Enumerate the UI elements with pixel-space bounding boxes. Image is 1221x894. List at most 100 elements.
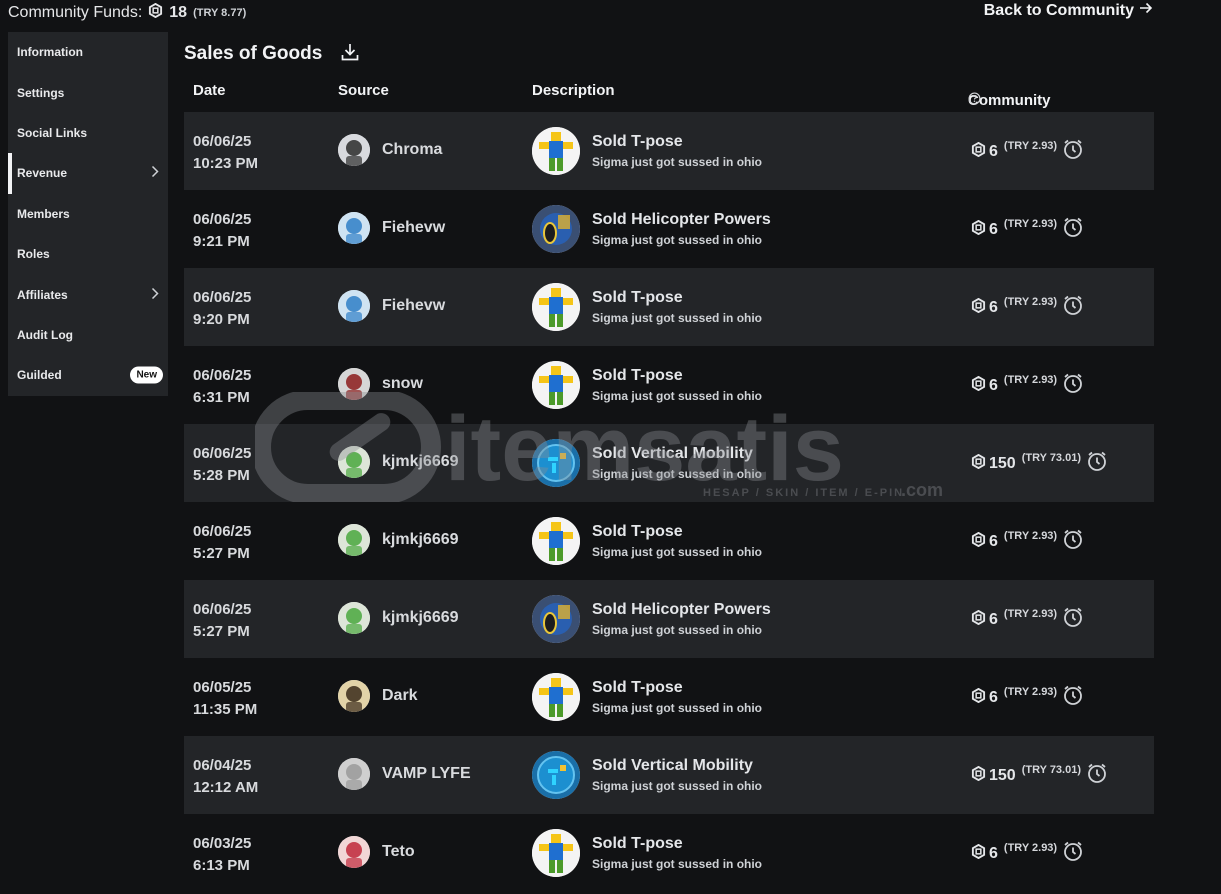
- item-subtitle: Sigma just got sussed in ohio: [592, 857, 763, 871]
- avatar[interactable]: [338, 524, 370, 556]
- item-thumbnail[interactable]: [532, 673, 580, 721]
- community-funds: Community Funds: 18 (TRY 8.77): [8, 2, 246, 23]
- page-title: Sales of Goods: [184, 43, 323, 64]
- date-text: 06/06/25: [193, 601, 252, 618]
- sidebar-item-label: Revenue: [17, 166, 68, 181]
- source-cell[interactable]: kjmkj6669: [338, 524, 459, 556]
- item-thumbnail[interactable]: [532, 361, 580, 409]
- column-header-description: Description: [532, 82, 615, 99]
- source-cell[interactable]: Chroma: [338, 134, 442, 166]
- time-text: 9:20 PM: [193, 311, 250, 328]
- avatar[interactable]: [338, 212, 370, 244]
- item-title: Sold Vertical Mobility: [592, 757, 753, 774]
- item-thumbnail[interactable]: [532, 829, 580, 877]
- robux-icon: [971, 453, 986, 474]
- source-cell[interactable]: Fiehevw: [338, 212, 445, 244]
- sidebar-item-label: Social Links: [17, 125, 88, 140]
- source-cell[interactable]: VAMP LYFE: [338, 758, 471, 790]
- source-name[interactable]: kjmkj6669: [382, 609, 459, 627]
- date-cell: 06/06/25 6:31 PM: [193, 365, 251, 409]
- source-cell[interactable]: kjmkj6669: [338, 602, 459, 634]
- description-cell: Sold Vertical Mobility Sigma just got sus…: [532, 751, 762, 799]
- item-subtitle: Sigma just got sussed in ohio: [592, 233, 763, 247]
- avatar[interactable]: [338, 602, 370, 634]
- robux-icon: [971, 843, 986, 864]
- source-cell[interactable]: Fiehevw: [338, 290, 445, 322]
- source-name[interactable]: kjmkj6669: [382, 453, 459, 471]
- item-thumbnail[interactable]: [532, 205, 580, 253]
- avatar[interactable]: [338, 368, 370, 400]
- source-name[interactable]: kjmkj6669: [382, 531, 459, 549]
- back-to-community-label: Back to Community: [983, 1, 1134, 19]
- item-thumbnail[interactable]: [532, 517, 580, 565]
- source-cell[interactable]: Dark: [338, 680, 418, 712]
- source-name[interactable]: Fiehevw: [382, 297, 445, 315]
- table-row: 06/06/25 5:27 PM kjmkj6669 Sold T-pose Sigma…: [184, 502, 1154, 580]
- time-text: 12:12 AM: [193, 779, 259, 796]
- item-title: Sold T-pose: [592, 133, 683, 150]
- pending-clock-icon: [1062, 216, 1084, 243]
- item-thumbnail[interactable]: [532, 127, 580, 175]
- amount-value: 6: [989, 220, 998, 238]
- source-cell[interactable]: snow: [338, 368, 423, 400]
- source-name[interactable]: Dark: [382, 687, 418, 705]
- sidebar-item-social-links[interactable]: Social Links: [8, 113, 168, 153]
- item-thumbnail[interactable]: [532, 751, 580, 799]
- source-name[interactable]: VAMP LYFE: [382, 765, 471, 783]
- source-name[interactable]: Teto: [382, 843, 415, 861]
- sidebar-item-members[interactable]: Members: [8, 194, 168, 234]
- arrow-right-icon: [1139, 1, 1153, 20]
- amount-cell: 150 (TRY 73.01): [971, 762, 1108, 789]
- item-title: Sold T-pose: [592, 523, 683, 540]
- date-cell: 06/06/25 9:20 PM: [193, 287, 251, 331]
- avatar[interactable]: [338, 836, 370, 868]
- amount-cell: 150 (TRY 73.01): [971, 450, 1108, 477]
- amount-try: (TRY 2.93): [1003, 841, 1058, 854]
- avatar[interactable]: [338, 758, 370, 790]
- amount-cell: 6 (TRY 2.93): [971, 528, 1084, 555]
- amount-cell: 6 (TRY 2.93): [971, 216, 1084, 243]
- item-title: Sold T-pose: [592, 367, 683, 384]
- help-icon[interactable]: [968, 92, 981, 109]
- robux-icon: [971, 609, 986, 630]
- robux-icon: [971, 375, 986, 396]
- sidebar-item-information[interactable]: Information: [8, 32, 168, 72]
- time-text: 10:23 PM: [193, 155, 259, 172]
- avatar[interactable]: [338, 134, 370, 166]
- item-thumbnail[interactable]: [532, 595, 580, 643]
- amount-cell: 6 (TRY 2.93): [971, 684, 1084, 711]
- main-content: Sales of Goods Date Source Description C…: [184, 36, 1154, 892]
- sidebar-item-audit-log[interactable]: Audit Log: [8, 315, 168, 355]
- source-name[interactable]: Chroma: [382, 141, 442, 159]
- amount-cell: 6 (TRY 2.93): [971, 840, 1084, 867]
- avatar[interactable]: [338, 290, 370, 322]
- sidebar-item-roles[interactable]: Roles: [8, 234, 168, 274]
- source-name[interactable]: snow: [382, 375, 423, 393]
- title-row: Sales of Goods: [184, 36, 1154, 72]
- avatar[interactable]: [338, 446, 370, 478]
- robux-icon: [148, 2, 163, 23]
- new-badge: New: [130, 366, 163, 384]
- item-thumbnail[interactable]: [532, 283, 580, 331]
- pending-clock-icon: [1062, 294, 1084, 321]
- amount-try: (TRY 73.01): [1021, 763, 1082, 776]
- sidebar-item-settings[interactable]: Settings: [8, 72, 168, 112]
- source-cell[interactable]: kjmkj6669: [338, 446, 459, 478]
- back-to-community-link[interactable]: Back to Community: [984, 1, 1153, 20]
- download-icon[interactable]: [340, 42, 360, 67]
- pending-clock-icon: [1062, 372, 1084, 399]
- item-thumbnail[interactable]: [532, 439, 580, 487]
- avatar[interactable]: [338, 680, 370, 712]
- description-cell: Sold T-pose Sigma just got sussed in ohio: [532, 673, 762, 721]
- amount-value: 6: [989, 532, 998, 550]
- sidebar-item-guilded[interactable]: Guilded New: [8, 355, 168, 395]
- source-cell[interactable]: Teto: [338, 836, 415, 868]
- description-cell: Sold T-pose Sigma just got sussed in ohio: [532, 127, 762, 175]
- amount-value: 6: [989, 688, 998, 706]
- sidebar-item-affiliates[interactable]: Affiliates: [8, 274, 168, 314]
- amount-value: 6: [989, 610, 998, 628]
- sidebar-item-revenue[interactable]: Revenue: [8, 153, 168, 194]
- pending-clock-icon: [1062, 138, 1084, 165]
- amount-cell: 6 (TRY 2.93): [971, 606, 1084, 633]
- source-name[interactable]: Fiehevw: [382, 219, 445, 237]
